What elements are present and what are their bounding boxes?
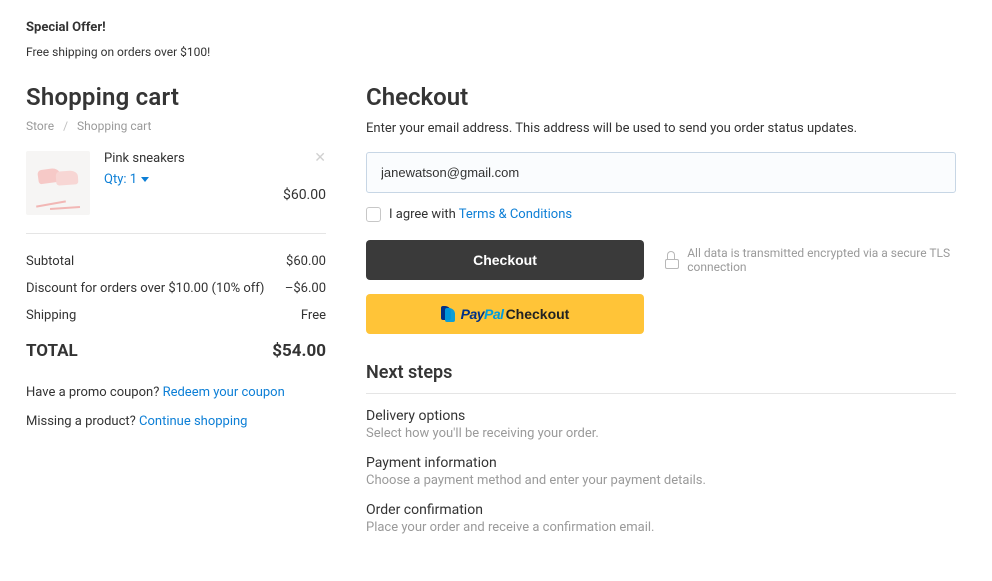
breadcrumb-store[interactable]: Store <box>26 119 54 133</box>
missing-question: Missing a product? <box>26 414 139 429</box>
agree-checkbox[interactable] <box>366 207 381 222</box>
special-offer-text: Free shipping on orders over $100! <box>26 45 956 59</box>
step-payment: Payment information Choose a payment met… <box>366 455 956 488</box>
shipping-value: Free <box>301 308 326 323</box>
chevron-down-icon <box>141 177 149 182</box>
checkout-button[interactable]: Checkout <box>366 240 644 280</box>
step-desc: Choose a payment method and enter your p… <box>366 473 956 488</box>
step-desc: Place your order and receive a confirmat… <box>366 520 956 535</box>
qty-label: Qty: 1 <box>104 172 137 187</box>
subtotal-label: Subtotal <box>26 254 74 269</box>
step-title: Payment information <box>366 455 956 471</box>
promo-question: Have a promo coupon? <box>26 385 163 400</box>
item-price: $60.00 <box>283 187 326 203</box>
email-input[interactable] <box>366 152 956 193</box>
shipping-label: Shipping <box>26 308 76 323</box>
product-thumbnail[interactable] <box>26 151 90 215</box>
product-name: Pink sneakers <box>104 151 269 166</box>
tls-text: All data is transmitted encrypted via a … <box>687 246 956 274</box>
paypal-logo-icon <box>441 306 457 322</box>
paypal-pay: Pay <box>461 306 484 322</box>
paypal-pal: Pal <box>484 306 504 322</box>
cart-item: Pink sneakers Qty: 1 ✕ $60.00 <box>26 151 326 234</box>
subtotal-value: $60.00 <box>286 254 326 269</box>
cart-title: Shopping cart <box>26 83 326 111</box>
step-desc: Select how you'll be receiving your orde… <box>366 426 956 441</box>
total-value: $54.00 <box>272 341 326 361</box>
step-confirmation: Order confirmation Place your order and … <box>366 502 956 535</box>
step-title: Delivery options <box>366 408 956 424</box>
paypal-suffix: Checkout <box>506 306 570 322</box>
step-title: Order confirmation <box>366 502 956 518</box>
breadcrumb-current: Shopping cart <box>77 119 151 133</box>
terms-link[interactable]: Terms & Conditions <box>459 207 572 222</box>
remove-item-button[interactable]: ✕ <box>283 151 326 165</box>
discount-value: –$6.00 <box>285 281 326 296</box>
qty-selector[interactable]: Qty: 1 <box>104 172 149 187</box>
breadcrumb-sep: / <box>63 119 68 133</box>
checkout-desc: Enter your email address. This address w… <box>366 121 956 136</box>
discount-label: Discount for orders over $10.00 (10% off… <box>26 281 264 296</box>
total-label: TOTAL <box>26 341 78 361</box>
checkout-title: Checkout <box>366 83 956 111</box>
redeem-coupon-link[interactable]: Redeem your coupon <box>163 385 285 400</box>
next-steps-title: Next steps <box>366 362 956 394</box>
continue-shopping-link[interactable]: Continue shopping <box>139 414 247 429</box>
paypal-checkout-button[interactable]: PayPal Checkout <box>366 294 644 334</box>
special-offer-title: Special Offer! <box>26 20 956 35</box>
lock-icon <box>664 251 677 269</box>
agree-row[interactable]: I agree with Terms & Conditions <box>366 207 956 222</box>
agree-text: I agree with <box>389 207 459 222</box>
tls-note: All data is transmitted encrypted via a … <box>664 246 956 274</box>
step-delivery: Delivery options Select how you'll be re… <box>366 408 956 441</box>
breadcrumb: Store / Shopping cart <box>26 119 326 133</box>
